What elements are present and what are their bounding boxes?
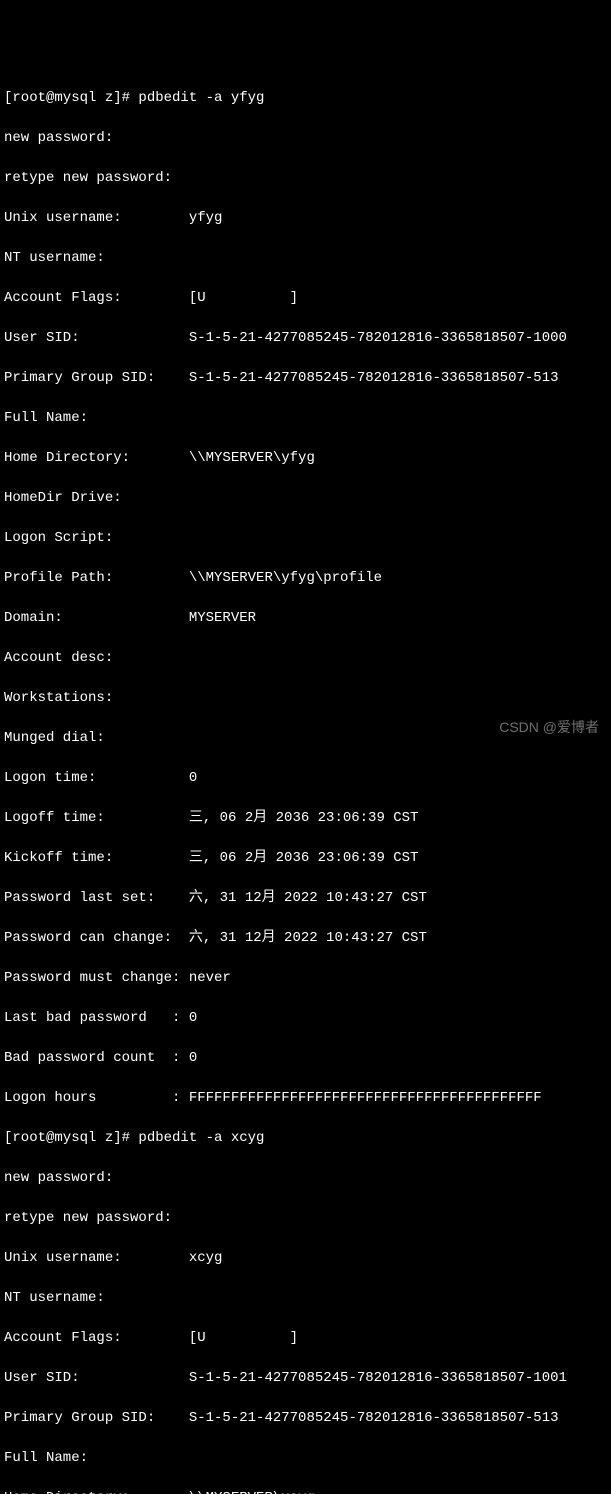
terminal-line: Kickoff time: 三, 06 2月 2036 23:06:39 CST	[4, 848, 607, 868]
terminal-line: User SID: S-1-5-21-4277085245-782012816-…	[4, 1368, 607, 1388]
terminal-line: Logon hours : FFFFFFFFFFFFFFFFFFFFFFFFFF…	[4, 1088, 607, 1108]
terminal-line: retype new password:	[4, 168, 607, 188]
terminal-line: Full Name:	[4, 1448, 607, 1468]
terminal-line: User SID: S-1-5-21-4277085245-782012816-…	[4, 328, 607, 348]
watermark-text: CSDN @爱博者	[499, 717, 599, 737]
terminal-line: new password:	[4, 1168, 607, 1188]
terminal-line: Logon Script:	[4, 528, 607, 548]
terminal-line: NT username:	[4, 1288, 607, 1308]
terminal-line: Account Flags: [U ]	[4, 288, 607, 308]
terminal-line: Primary Group SID: S-1-5-21-4277085245-7…	[4, 1408, 607, 1428]
terminal-line: Logon time: 0	[4, 768, 607, 788]
terminal-line: NT username:	[4, 248, 607, 268]
terminal-line: Home Directory: \\MYSERVER\xcyg	[4, 1488, 607, 1494]
terminal-line: Workstations:	[4, 688, 607, 708]
terminal-line: Password last set: 六, 31 12月 2022 10:43:…	[4, 888, 607, 908]
terminal-line: retype new password:	[4, 1208, 607, 1228]
terminal-line: HomeDir Drive:	[4, 488, 607, 508]
terminal-line: [root@mysql z]# pdbedit -a yfyg	[4, 88, 607, 108]
terminal-line: Account desc:	[4, 648, 607, 668]
terminal-line: Last bad password : 0	[4, 1008, 607, 1028]
terminal-line: Unix username: xcyg	[4, 1248, 607, 1268]
terminal-line: [root@mysql z]# pdbedit -a xcyg	[4, 1128, 607, 1148]
terminal-line: new password:	[4, 128, 607, 148]
terminal-line: Password can change: 六, 31 12月 2022 10:4…	[4, 928, 607, 948]
terminal-line: Logoff time: 三, 06 2月 2036 23:06:39 CST	[4, 808, 607, 828]
terminal-line: Account Flags: [U ]	[4, 1328, 607, 1348]
terminal-line: Bad password count : 0	[4, 1048, 607, 1068]
terminal-line: Home Directory: \\MYSERVER\yfyg	[4, 448, 607, 468]
terminal-line: Profile Path: \\MYSERVER\yfyg\profile	[4, 568, 607, 588]
terminal-line: Unix username: yfyg	[4, 208, 607, 228]
terminal-line: Domain: MYSERVER	[4, 608, 607, 628]
terminal-line: Full Name:	[4, 408, 607, 428]
terminal-line: Primary Group SID: S-1-5-21-4277085245-7…	[4, 368, 607, 388]
terminal-line: Password must change: never	[4, 968, 607, 988]
